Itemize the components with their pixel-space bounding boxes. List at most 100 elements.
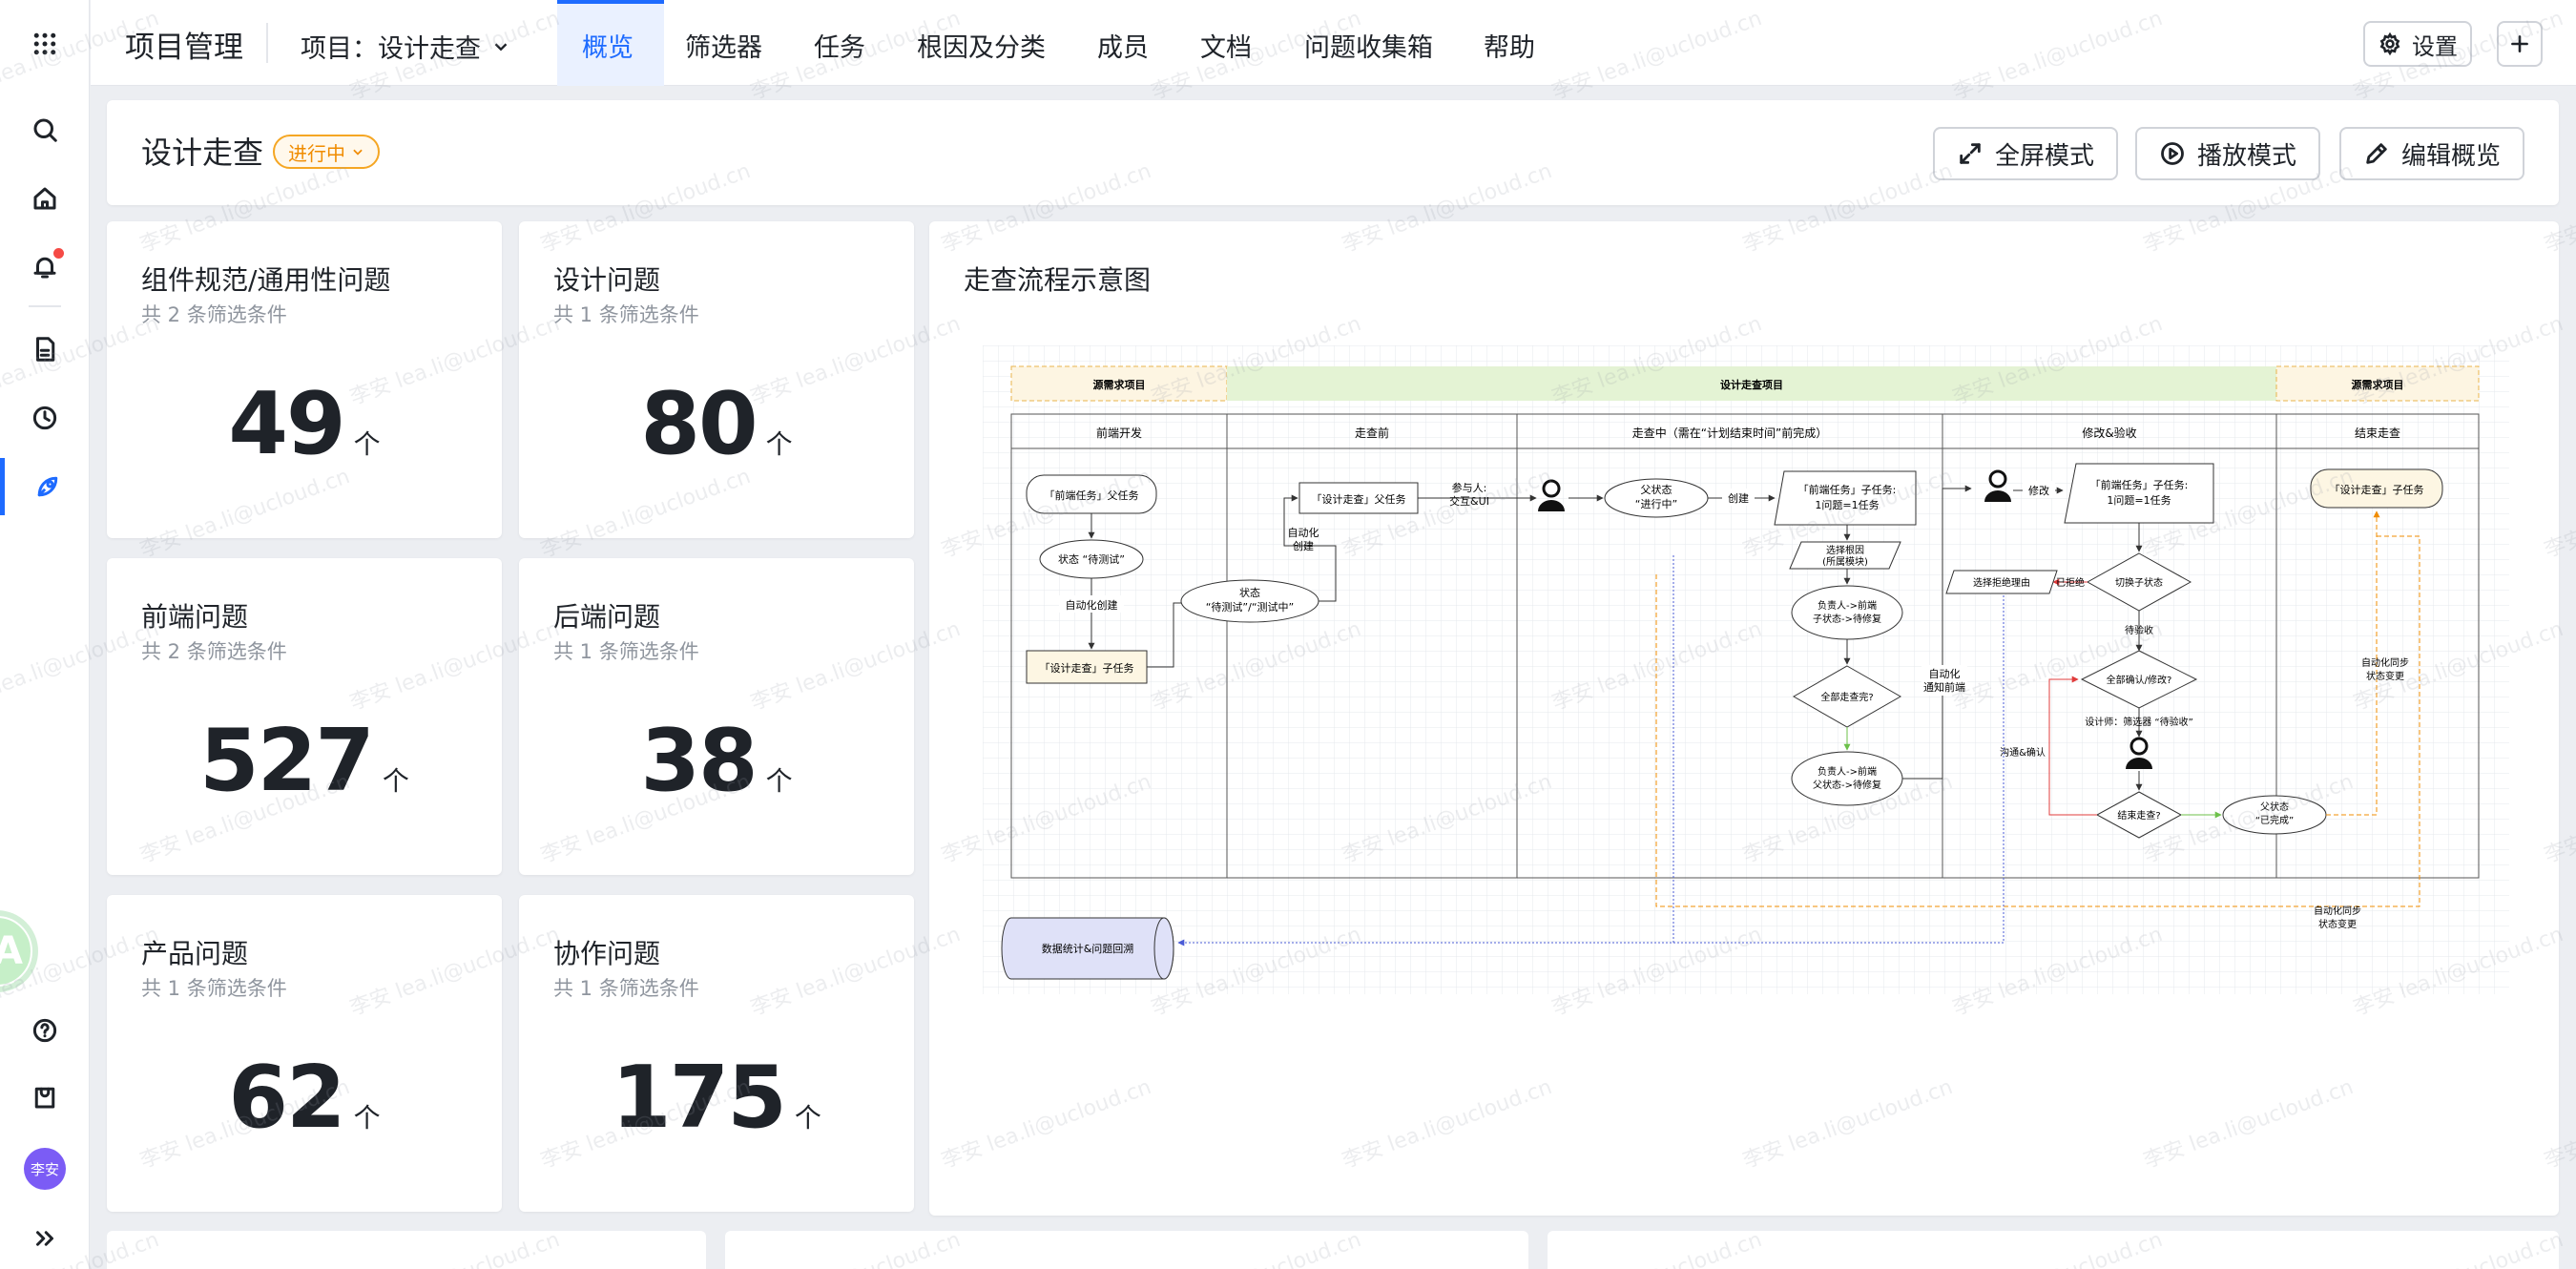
flow-diagram: 源需求项目 设计走查项目 源需求项目 前端开发 走查前 走查中（需在“计划结束时… [983,345,2509,994]
stat-card-component[interactable]: 组件规范/通用性问题 共 2 条筛选条件 49 个 [107,221,502,538]
stat-title: 协作问题 [553,938,661,969]
overview-header: 设计走查 进行中 全屏模式 播放模式 编辑概览 [107,100,2559,205]
node-fe-subtask-line2: 1问题=1任务 [1815,499,1879,511]
chevron-down-icon [494,42,508,51]
band-source-left-label: 源需求项目 [1093,378,1146,391]
task-box-icon [34,1087,55,1109]
tab-overview[interactable]: 概览 [582,27,634,64]
node-review-subtask: 「设计走查」子任务 [1040,661,1134,675]
tab-documents[interactable]: 文档 [1200,27,1252,64]
label-auto-create: 自动化创建 [1066,598,1118,612]
stat-card-backend[interactable]: 后端问题 共 1 条筛选条件 38 个 [519,558,914,875]
lane-in-review: 走查中（需在“计划结束时间”前完成） [1632,426,1827,440]
node-parent-state-line1: 父状态 [1641,483,1672,496]
stat-value-group: 62 个 [107,1048,502,1148]
stat-filter-count: 共 1 条筛选条件 [141,977,287,1000]
documents-button[interactable] [0,321,90,378]
node-state-2-line2: “待测试”/“测试中” [1206,600,1295,614]
lane-frontend-dev: 前端开发 [1096,426,1142,440]
tab-members[interactable]: 成员 [1097,27,1149,64]
stat-value: 38 [640,711,758,811]
document-icon [36,337,55,362]
stat-value: 175 [612,1048,787,1148]
stat-title: 设计问题 [553,264,661,296]
settings-button[interactable]: 设置 [2363,21,2472,67]
stat-filter-count: 共 2 条筛选条件 [141,640,287,663]
help-button[interactable] [0,1002,90,1059]
node-owner-line2: 子状态->待修复 [1813,613,1881,625]
stat-value-group: 49 个 [107,374,502,474]
stat-unit: 个 [353,428,381,460]
label-sync2-line1: 自动化同步 [2314,905,2361,917]
chevron-down-icon [353,149,363,156]
flow-diagram-card: 走查流程示意图 源需求项目 设计走查项目 源需求项目 前端开发 走查前 走查中（… [929,221,2559,1216]
home-icon [33,187,56,210]
node-fe-subtask-line1: 「前端任务」子任务: [1798,483,1897,496]
lane-end-review: 结束走查 [2355,426,2400,440]
node-fe-subtask2-line2: 1问题=1任务 [2107,494,2171,507]
home-button[interactable] [0,170,90,227]
stat-unit: 个 [794,1102,821,1134]
label-communicate: 沟通&确认 [2000,746,2046,759]
play-mode-button[interactable]: 播放模式 [2135,127,2320,180]
label-auto-create2-line2: 创建 [1293,539,1314,552]
page-title: 设计走查 [141,135,264,171]
band-source-right-label: 源需求项目 [2352,378,2404,391]
tab-issue-inbox[interactable]: 问题收集箱 [1304,27,1433,64]
edit-overview-button[interactable]: 编辑概览 [2339,127,2524,180]
status-badge[interactable]: 进行中 [273,135,380,169]
stat-card-collaboration[interactable]: 协作问题 共 1 条筛选条件 175 个 [519,895,914,1212]
stat-value-group: 175 个 [519,1048,914,1148]
floating-assistant-avatar[interactable]: A [0,916,32,987]
label-sync2-line2: 状态变更 [2318,918,2357,930]
stat-card-frontend[interactable]: 前端问题 共 2 条筛选条件 527 个 [107,558,502,875]
stat-value-group: 80 个 [519,374,914,474]
stat-value-group: 38 个 [519,711,914,811]
label-notify-line2: 通知前端 [1923,680,1965,694]
stat-value: 80 [640,374,758,474]
top-navigation: 项目管理 项目：设计走查 概览 筛选器 任务 根因及分类 成员 文档 问题收集箱… [91,0,2576,86]
tab-root-cause[interactable]: 根因及分类 [917,27,1046,64]
stat-title: 后端问题 [553,601,661,633]
flow-title: 走查流程示意图 [964,264,1152,296]
stat-card-design[interactable]: 设计问题 共 1 条筛选条件 80 个 [519,221,914,538]
search-button[interactable] [0,101,90,158]
rail-divider [29,305,61,307]
tasks-button[interactable] [0,1069,90,1126]
node-fe-subtask2-line1: 「前端任务」子任务: [2090,478,2189,491]
project-selector[interactable]: 项目：设计走查 [301,28,511,65]
add-button[interactable] [2497,21,2543,67]
projects-button[interactable] [0,458,90,515]
stat-card-product[interactable]: 产品问题 共 1 条筛选条件 62 个 [107,895,502,1212]
fullscreen-button[interactable]: 全屏模式 [1933,127,2118,180]
notifications-button[interactable] [0,239,90,296]
node-parent-done-line2: “已完成” [2255,814,2294,826]
node-parent-state-line2: “进行中” [1635,498,1677,510]
tab-help[interactable]: 帮助 [1484,27,1535,64]
clock-icon [32,406,57,430]
label-participants-line2: 交互&UI [1449,494,1489,508]
stat-unit: 个 [765,765,793,797]
label-rejected: 已拒绝 [2056,576,2085,589]
stat-filter-count: 共 2 条筛选条件 [141,303,287,326]
settings-label: 设置 [2412,32,2458,60]
expand-rail-button[interactable] [0,1210,90,1267]
expand-icon [1960,143,1981,164]
project-selector-label: 项目：设计走查 [301,34,481,64]
node-state-2-line1: 状态 [1239,586,1260,599]
stat-unit: 个 [765,428,793,460]
node-fe-parent: 「前端任务」父任务 [1045,489,1139,502]
label-auto-create2-line1: 自动化 [1288,526,1319,539]
bottom-card-2 [725,1231,1528,1269]
plus-icon [2511,35,2528,52]
label-participants-line1: 参与人: [1452,481,1487,494]
app-grid-icon [33,32,56,55]
user-avatar[interactable]: 李安 [24,1148,66,1190]
tab-tasks[interactable]: 任务 [814,27,865,64]
app-grid-button[interactable] [0,15,90,73]
bottom-card-3 [1548,1231,2559,1269]
diagram-grid [983,345,2509,994]
node-switch-substate: 切换子状态 [2115,576,2163,589]
history-button[interactable] [0,389,90,447]
tab-filters[interactable]: 筛选器 [685,27,762,64]
